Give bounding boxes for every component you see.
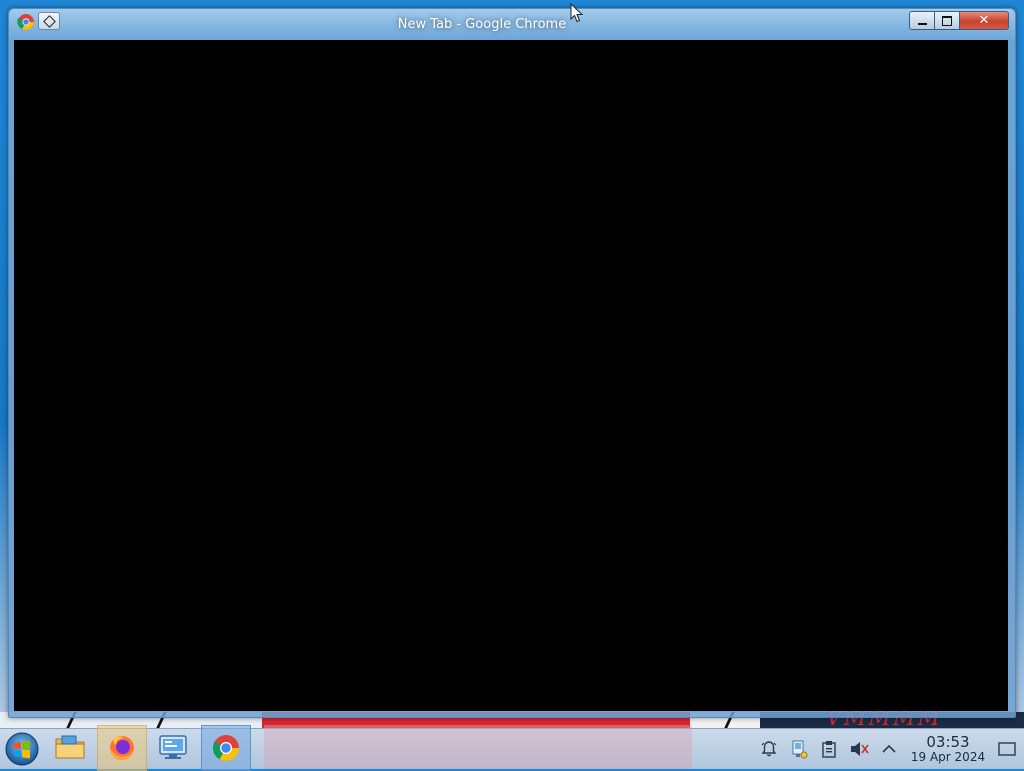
clipboard-tray-button[interactable] (816, 737, 842, 761)
taskbar-firefox-button[interactable] (97, 725, 147, 771)
window-titlebar[interactable]: New Tab - Google Chrome ✕ (9, 9, 1015, 40)
network-tray-button[interactable] (786, 737, 812, 761)
start-button[interactable] (3, 730, 41, 768)
show-hidden-icons-button[interactable] (876, 737, 902, 761)
chrome-window[interactable]: New Tab - Google Chrome ✕ (8, 8, 1016, 718)
maximize-icon (942, 15, 952, 26)
volume-tray-button[interactable] (846, 737, 872, 761)
volume-muted-icon (851, 742, 869, 756)
show-desktop-button[interactable] (996, 737, 1018, 761)
chevron-up-icon (882, 744, 896, 753)
window-title: New Tab - Google Chrome (397, 17, 567, 32)
mouse-cursor-icon (570, 3, 584, 23)
clock-time: 03:53 (926, 732, 970, 751)
taskbar-control-panel-button[interactable] (149, 725, 197, 769)
taskbar-empty-area[interactable] (264, 725, 692, 769)
computer-settings-icon (159, 735, 187, 759)
notifications-tray-button[interactable] (756, 737, 782, 761)
firefox-icon (110, 736, 134, 760)
chrome-icon (212, 735, 240, 762)
taskbar-file-explorer-button[interactable] (46, 725, 94, 769)
taskbar-clock[interactable]: 03:53 19 Apr 2024 (908, 734, 988, 765)
clipboard-icon (822, 741, 836, 758)
taskbar: 03:53 19 Apr 2024 (0, 725, 1024, 771)
system-tray: 03:53 19 Apr 2024 (754, 729, 1024, 769)
minimize-icon (917, 23, 927, 25)
clock-date: 19 Apr 2024 (910, 749, 986, 764)
taskbar-chrome-button[interactable] (201, 725, 251, 771)
network-icon (792, 740, 808, 759)
browser-content-area[interactable] (14, 40, 1008, 711)
maximize-button[interactable] (935, 11, 960, 30)
close-button[interactable]: ✕ (960, 11, 1009, 30)
window-controls: ✕ (909, 11, 1009, 30)
desktop-icon (998, 742, 1016, 756)
folder-icon (55, 735, 85, 759)
close-icon: ✕ (978, 13, 990, 28)
minimize-button[interactable] (909, 11, 935, 30)
bell-icon (761, 741, 777, 757)
